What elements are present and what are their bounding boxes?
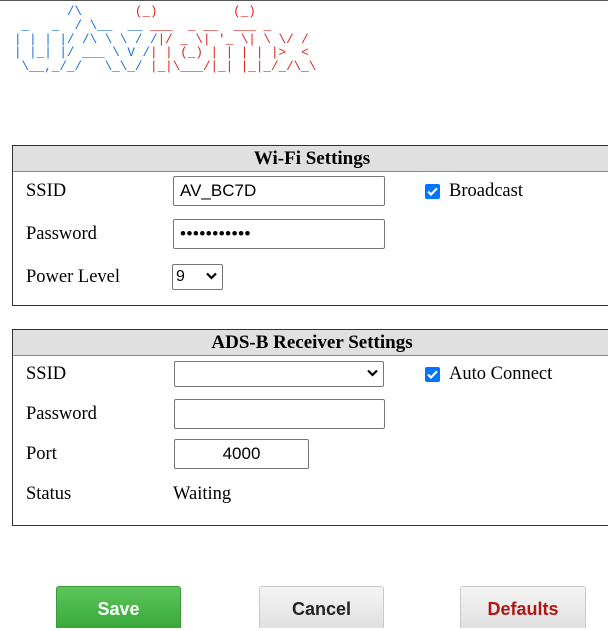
logo-segment: | |_| |/ ___ \ V / [14, 46, 151, 61]
power-level-row: Power Level 9 [13, 259, 608, 295]
adsb-settings-title: ADS-B Receiver Settings [13, 330, 608, 356]
adsb-password-row: Password [13, 396, 608, 432]
status-value: Waiting [173, 484, 232, 504]
wifi-settings-title: Wi-Fi Settings [13, 146, 608, 172]
logo-segment: | | (_) | | | | |> < [150, 46, 309, 61]
logo-segment: |_|\___/|_| |_|_/_/\_\ [142, 60, 317, 75]
wifi-password-input[interactable]: ••••••••••• [173, 219, 385, 249]
status-row: Status Waiting [13, 476, 608, 512]
wifi-password-label: Password [26, 224, 97, 244]
logo-segment: |/ _ \| '_ \| \ \/ / [157, 32, 309, 47]
logo-segment: \__,_/_/ \_\_/ [14, 60, 143, 75]
defaults-button[interactable]: Defaults [460, 586, 586, 628]
chevron-down-icon [367, 369, 378, 377]
power-level-select[interactable]: 9 [172, 264, 223, 290]
wifi-password-row: Password ••••••••••• [13, 216, 608, 252]
broadcast-label: Broadcast [449, 180, 523, 201]
power-level-label: Power Level [26, 267, 121, 287]
port-label: Port [26, 444, 57, 464]
adsb-ssid-select[interactable] [174, 361, 384, 387]
logo-segment: _ _ / \__ __ [14, 18, 143, 33]
status-label: Status [26, 484, 72, 504]
adsb-settings-panel: ADS-B Receiver Settings SSID Auto Connec… [12, 329, 608, 526]
port-row: Port 4000 [13, 436, 608, 472]
save-button[interactable]: Save [56, 586, 181, 628]
top-divider [0, 0, 608, 1]
broadcast-checkbox-group[interactable]: Broadcast [425, 173, 523, 209]
wifi-ssid-row: SSID AV_BC7D Broadcast [13, 173, 608, 209]
adsb-ssid-row: SSID Auto Connect [13, 356, 608, 392]
logo: /\ (_) (_) _ _ / \__ __ ___ _ __ ___ _ |… [14, 5, 317, 75]
chevron-down-icon [206, 272, 217, 280]
adsb-ssid-label: SSID [26, 364, 67, 384]
checkmark-icon [427, 369, 438, 379]
logo-segment: (_) (_) [134, 5, 256, 19]
adsb-password-label: Password [26, 404, 97, 424]
adsb-password-input[interactable] [174, 399, 385, 429]
port-input[interactable]: 4000 [174, 439, 309, 469]
cancel-button[interactable]: Cancel [259, 586, 384, 628]
auto-connect-label: Auto Connect [449, 363, 553, 384]
auto-connect-checkbox[interactable] [425, 366, 440, 382]
logo-segment: /\ [14, 5, 135, 19]
broadcast-checkbox[interactable] [425, 183, 440, 199]
power-level-value: 9 [176, 268, 185, 285]
wifi-ssid-label: SSID [26, 181, 67, 201]
checkmark-icon [427, 186, 438, 196]
auto-connect-checkbox-group[interactable]: Auto Connect [425, 356, 552, 392]
wifi-ssid-input[interactable]: AV_BC7D [173, 176, 385, 206]
wifi-settings-panel: Wi-Fi Settings SSID AV_BC7D Broadcast Pa… [12, 145, 608, 306]
logo-segment: | | | |/ /\ \ \ / / [14, 32, 158, 47]
logo-segment: ___ _ __ ___ _ [142, 18, 271, 33]
